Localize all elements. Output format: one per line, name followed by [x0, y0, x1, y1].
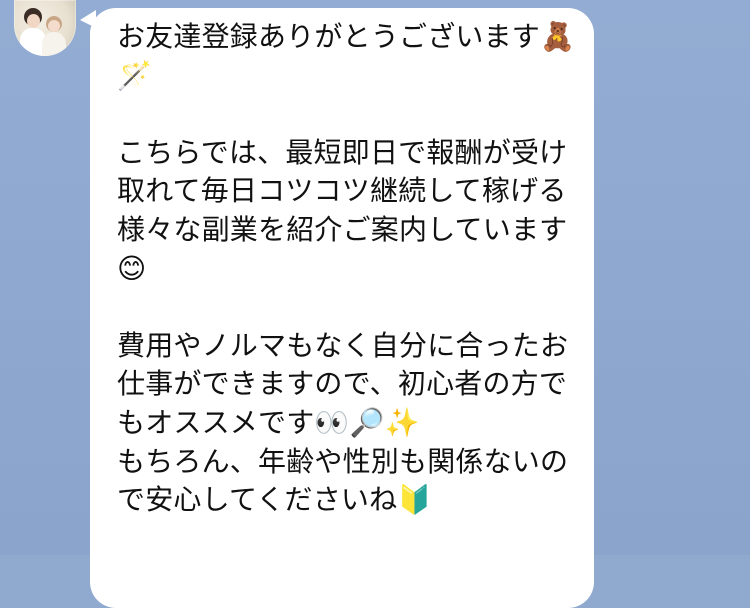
- message-text: お友達登録ありがとうございます🧸🪄 こちらでは、最短即日で報酬が受け取れて毎日コ…: [117, 20, 576, 517]
- avatar-person-2-face: [48, 20, 60, 32]
- avatar-person-1-face: [27, 14, 40, 28]
- avatar-person-2-body: [42, 32, 66, 56]
